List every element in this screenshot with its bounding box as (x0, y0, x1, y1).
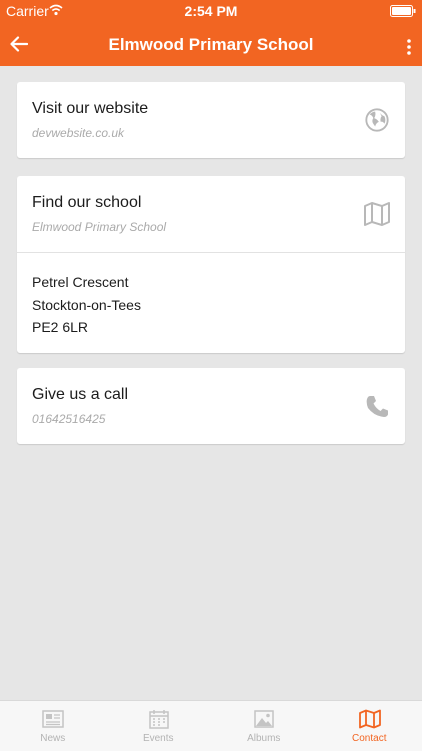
image-icon (253, 709, 275, 729)
find-school-card[interactable]: Find our school Elmwood Primary School P… (17, 176, 405, 353)
tab-bar: News Events Albums Contact (0, 700, 422, 751)
newspaper-icon (42, 709, 64, 729)
tab-label: Contact (317, 733, 422, 744)
app-header: Carrier 2:54 PM Elmwood Primary School (0, 0, 422, 66)
website-card-title: Visit our website (32, 100, 148, 118)
tab-label: Events (106, 733, 212, 744)
find-card-subtitle: Elmwood Primary School (32, 220, 166, 234)
tab-contact[interactable]: Contact (317, 701, 422, 751)
map-icon (363, 201, 391, 227)
address-line: PE2 6LR (32, 316, 390, 339)
tab-albums[interactable]: Albums (211, 701, 317, 751)
find-card-title: Find our school (32, 194, 141, 212)
school-address: Petrel Crescent Stockton-on-Tees PE2 6LR (17, 253, 405, 353)
phone-icon (363, 393, 391, 419)
phone-number[interactable]: 01642516425 (32, 412, 105, 426)
tab-label: Albums (211, 733, 317, 744)
address-line: Stockton-on-Tees (32, 294, 390, 317)
tab-label: News (0, 733, 106, 744)
calendar-icon (148, 709, 170, 729)
website-url[interactable]: devwebsite.co.uk (32, 126, 124, 140)
globe-icon (363, 107, 391, 133)
page-title: Elmwood Primary School (0, 35, 422, 55)
navigation-bar: Elmwood Primary School (0, 22, 422, 66)
status-time: 2:54 PM (0, 3, 422, 19)
more-vertical-icon[interactable] (406, 39, 412, 55)
status-bar: Carrier 2:54 PM (0, 0, 422, 22)
map-icon (359, 709, 381, 729)
address-line: Petrel Crescent (32, 271, 390, 294)
website-card[interactable]: Visit our website devwebsite.co.uk (17, 82, 405, 158)
tab-news[interactable]: News (0, 701, 106, 751)
tab-events[interactable]: Events (106, 701, 212, 751)
battery-icon (390, 5, 416, 17)
call-card-title: Give us a call (32, 386, 128, 404)
call-card[interactable]: Give us a call 01642516425 (17, 368, 405, 444)
